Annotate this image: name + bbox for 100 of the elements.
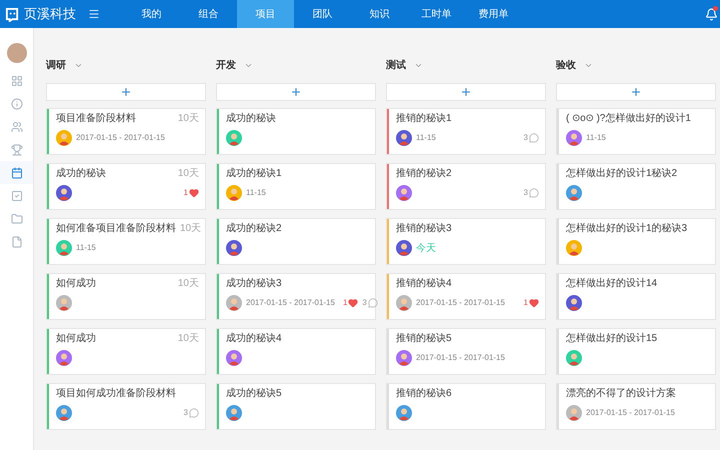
task-card[interactable]: 推销的秘诀3 今天 [386,218,546,265]
card-title: 如何准备项目准备阶段材料 [56,222,176,236]
card-title: 推销的秘诀1 [396,112,452,126]
task-card[interactable]: 推销的秘诀5 2017-01-15 - 2017-01-15 [386,328,546,375]
comment-count: 3 [184,407,188,419]
plus-icon [630,86,642,98]
card-title: 推销的秘诀3 [396,222,452,236]
task-card[interactable]: 成功的秘诀 10天 1 [46,163,206,210]
brand-name: 页溪科技 [24,5,76,24]
task-card[interactable]: 成功的秘诀4 [216,328,376,375]
comment-count: 3 [524,187,528,199]
task-card[interactable]: 成功的秘诀2 [216,218,376,265]
task-card[interactable]: 怎样做出好的设计15 [556,328,716,375]
card-title: 推销的秘诀2 [396,167,452,181]
heart-icon[interactable] [348,298,358,308]
task-card[interactable]: 推销的秘诀6 [386,383,546,430]
task-card[interactable]: 推销的秘诀2 3 [386,163,546,210]
card-title: 怎样做出好的设计14 [566,277,658,291]
sidebar-item[interactable] [0,161,33,184]
date-label: 2017-01-15 - 2017-01-15 [416,297,505,309]
card-title: 成功的秘诀2 [226,222,282,236]
comment-icon[interactable] [368,298,378,308]
date-label: 11-15 [246,187,266,199]
card-title: 成功的秘诀3 [226,277,282,291]
grid-icon [10,74,22,86]
nav-tab[interactable]: 工时单 [408,0,465,28]
task-card[interactable]: 如何准备项目准备阶段材料 10天 11-15 [46,218,206,265]
card-title: 项目如何成功准备阶段材料 [56,387,176,401]
card-title: 成功的秘诀 [226,112,276,126]
card-title: 怎样做出好的设计1的秘诀3 [566,222,688,236]
plus-icon [290,86,302,98]
days-label: 10天 [178,332,199,346]
add-card-button[interactable] [46,83,206,101]
task-card[interactable]: 成功的秘诀1 11-15 [216,163,376,210]
calendar-icon [10,166,22,178]
plus-icon [460,86,472,98]
task-card[interactable]: 怎样做出好的设计1的秘诀3 [556,218,716,265]
date-label: 今天 [416,242,436,256]
comment-count: 3 [524,132,528,144]
task-card[interactable]: 项目准备阶段材料 10天 2017-01-15 - 2017-01-15 [46,108,206,155]
card-title: 成功的秘诀1 [226,167,282,181]
card-title: 如何成功 [56,277,96,291]
card-title: 推销的秘诀4 [396,277,452,291]
date-label: 2017-01-15 - 2017-01-15 [586,407,675,419]
heart-icon[interactable] [529,298,539,308]
users-icon [10,120,22,132]
date-label: 11-15 [586,132,606,144]
notification-icon[interactable] [705,8,718,20]
date-label: 11-15 [416,132,436,144]
add-card-button[interactable] [386,83,546,101]
logo-icon [5,6,20,22]
add-card-button[interactable] [216,83,376,101]
comment-count: 3 [362,297,367,309]
date-label: 2017-01-15 - 2017-01-15 [416,352,505,364]
task-card[interactable]: 漂亮的不得了的设计方案 2017-01-15 - 2017-01-15 [556,383,716,430]
like-count: 1 [184,187,188,199]
nav-tab[interactable]: 组合 [180,0,237,28]
column-title: 开发 [216,58,236,72]
task-card[interactable]: ( ⊙o⊙ )?怎样做出好的设计1 11-15 [556,108,716,155]
avatar-placeholder[interactable] [6,43,26,63]
task-card[interactable]: 如何成功 10天 [46,328,206,375]
checkbox-icon [10,190,22,202]
nav-tab[interactable]: 我的 [123,0,180,28]
card-title: 项目准备阶段材料 [56,112,136,126]
plus-icon [120,86,132,98]
card-title: 推销的秘诀6 [396,387,452,401]
like-count: 1 [524,297,528,309]
add-card-button[interactable] [556,83,716,101]
date-label: 2017-01-15 - 2017-01-15 [246,297,335,309]
task-card[interactable]: 成功的秘诀3 2017-01-15 - 2017-01-15 1 3 [216,273,376,320]
nav-tab[interactable]: 团队 [294,0,351,28]
task-card[interactable]: 推销的秘诀1 11-15 3 [386,108,546,155]
card-title: 成功的秘诀5 [226,387,282,401]
nav-tab[interactable]: 知识 [351,0,408,28]
comment-icon[interactable] [189,408,199,418]
days-label: 10天 [178,112,199,126]
card-title: 怎样做出好的设计15 [566,332,658,346]
task-card[interactable]: 推销的秘诀4 2017-01-15 - 2017-01-15 1 [386,273,546,320]
folder-icon [10,212,22,224]
comment-icon[interactable] [529,133,539,143]
task-card[interactable]: 成功的秘诀5 [216,383,376,430]
task-card[interactable]: 项目如何成功准备阶段材料 3 [46,383,206,430]
card-title: 推销的秘诀5 [396,332,452,346]
column-title: 测试 [386,58,406,72]
task-card[interactable]: 怎样做出好的设计1秘诀2 [556,163,716,210]
menu-icon[interactable] [88,8,100,20]
task-card[interactable]: 成功的秘诀 [216,108,376,155]
days-label: 10天 [180,222,202,236]
nav-tab[interactable]: 费用单 [465,0,522,28]
card-title: 怎样做出好的设计1秘诀2 [566,167,678,181]
trophy-icon [10,144,22,156]
task-card[interactable]: 怎样做出好的设计14 [556,273,716,320]
days-label: 10天 [178,167,199,181]
days-label: 10天 [178,277,199,291]
column-title: 调研 [46,58,66,72]
comment-icon[interactable] [529,188,539,198]
heart-icon[interactable] [189,188,199,198]
info-icon [10,98,22,110]
task-card[interactable]: 如何成功 10天 [46,273,206,320]
card-title: 如何成功 [56,332,96,346]
